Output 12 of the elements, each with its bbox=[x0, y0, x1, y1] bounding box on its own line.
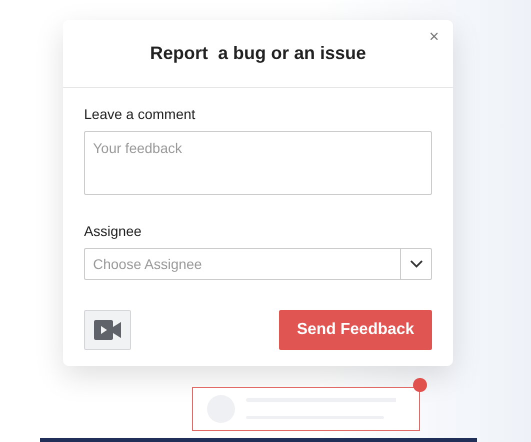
assignee-label: Assignee bbox=[84, 222, 143, 241]
comment-label: Leave a comment bbox=[84, 105, 196, 124]
dialog-title: Report a bug or an issue bbox=[150, 42, 366, 65]
video-button[interactable] bbox=[84, 310, 131, 350]
video-camera-icon bbox=[94, 320, 121, 340]
close-button[interactable]: × bbox=[425, 24, 443, 50]
dropdown-toggle[interactable] bbox=[400, 248, 432, 280]
assignee-field[interactable]: Choose Assignee bbox=[84, 248, 400, 280]
send-feedback-button[interactable]: Send Feedback bbox=[279, 310, 432, 350]
notification-dot bbox=[413, 378, 427, 392]
comment-field[interactable]: Your feedback bbox=[84, 131, 432, 195]
caret-icon bbox=[410, 260, 422, 268]
